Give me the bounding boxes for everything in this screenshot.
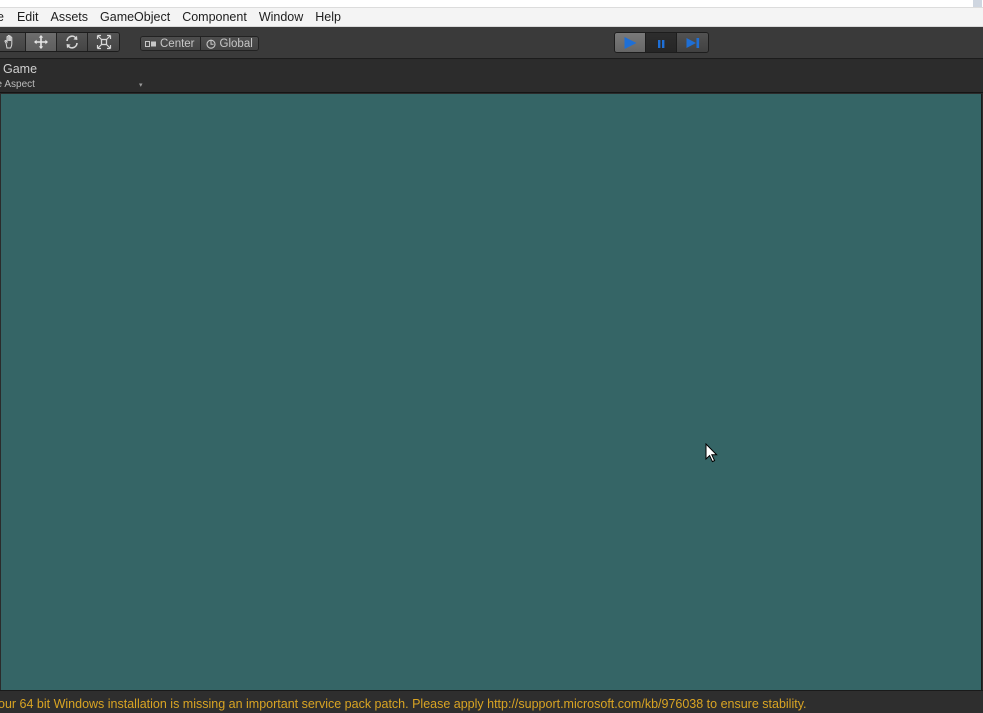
hand-tool-button[interactable] [0, 33, 26, 51]
move-tool-button[interactable] [26, 33, 57, 51]
pivot-rotation-label: Global [219, 37, 253, 50]
pivot-mode-label: Center [160, 37, 195, 50]
menu-help[interactable]: Help [309, 8, 347, 27]
transform-tool-group [0, 32, 120, 52]
pause-icon [658, 39, 665, 48]
tab-game[interactable]: Game [3, 62, 37, 77]
play-icon [624, 36, 637, 49]
scale-icon [96, 34, 111, 50]
pause-button[interactable] [646, 33, 677, 52]
pivot-toggle-group: Center Global [140, 36, 259, 51]
play-controls-group [614, 32, 709, 53]
menu-assets[interactable]: Assets [45, 8, 95, 27]
step-button[interactable] [677, 33, 708, 52]
menu-edit[interactable]: Edit [11, 8, 45, 27]
menu-file[interactable]: e [0, 8, 11, 27]
rotate-icon [66, 35, 78, 49]
pivot-mode-button[interactable]: Center [141, 37, 201, 50]
window-close-control[interactable] [973, 0, 982, 7]
play-button[interactable] [615, 33, 646, 52]
scale-tool-button[interactable] [88, 33, 119, 51]
pivot-center-icon [145, 40, 156, 47]
move-icon [34, 35, 48, 49]
step-icon [686, 37, 699, 48]
global-rotation-icon [205, 39, 216, 49]
menu-bar: e Edit Assets GameObject Component Windo… [0, 8, 983, 27]
menu-gameobject[interactable]: GameObject [94, 8, 176, 27]
hand-icon [4, 34, 13, 49]
rotate-tool-button[interactable] [57, 33, 88, 51]
menu-window[interactable]: Window [253, 8, 309, 27]
pivot-rotation-button[interactable]: Global [200, 37, 258, 50]
aspect-dropdown[interactable]: ee Aspect [0, 79, 35, 91]
status-bar: our 64 bit Windows installation is missi… [0, 690, 983, 713]
mouse-cursor-icon [705, 443, 718, 463]
chevron-down-icon[interactable]: ▾ [139, 80, 143, 90]
menu-component[interactable]: Component [176, 8, 253, 27]
game-view-header: Game ee Aspect ▾ [0, 60, 983, 93]
status-warning-message[interactable]: our 64 bit Windows installation is missi… [0, 697, 807, 711]
game-viewport[interactable] [1, 94, 982, 690]
